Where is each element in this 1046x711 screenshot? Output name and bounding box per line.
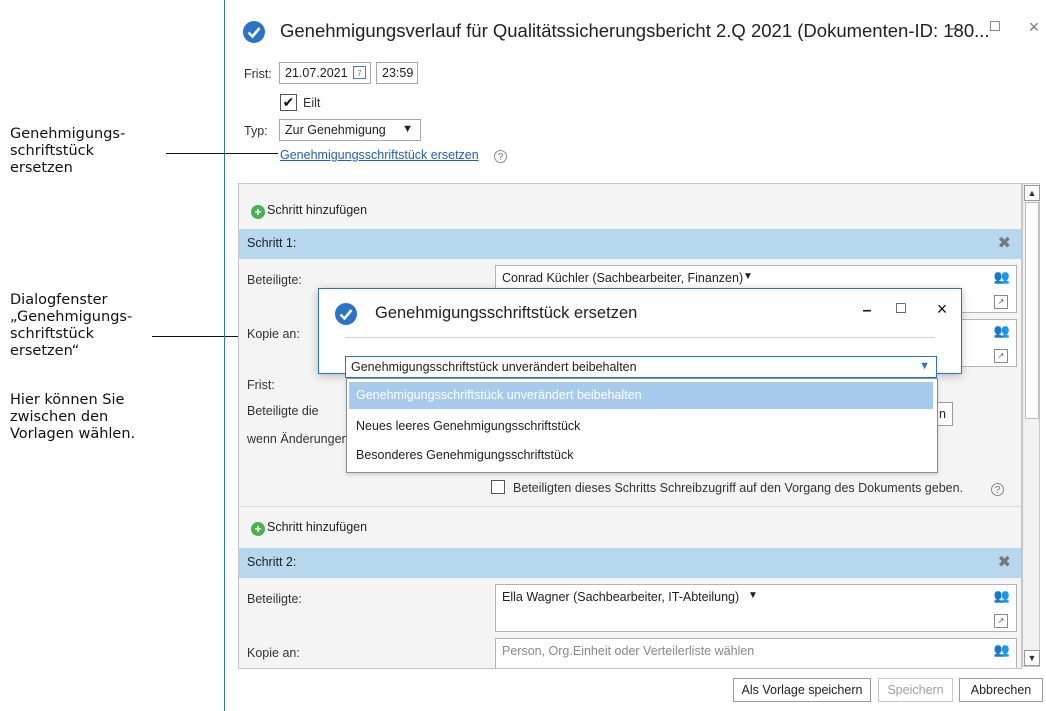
date-value: 21.07.2021	[285, 66, 348, 80]
replace-document-dialog: Genehmigungsschriftstück ersetzen – □ × …	[318, 288, 962, 378]
template-select-value: Genehmigungsschriftstück unverändert bei…	[351, 360, 637, 374]
add-step-button-1[interactable]: + Schritt hinzufügen	[251, 203, 367, 219]
step2-kopie-label: Kopie an:	[247, 646, 300, 660]
people-icon[interactable]: 👥	[994, 323, 1010, 339]
dropdown-option[interactable]: Genehmigungsschriftstück unverändert bei…	[349, 382, 933, 409]
step1-hidden-button-label: n	[939, 407, 946, 421]
step1-beteiligte-label: Beteiligte:	[247, 273, 302, 287]
step2-header: Schritt 2: ✖	[239, 548, 1021, 578]
step2-kopie-field[interactable]: Person, Org.Einheit oder Verteilerliste …	[495, 638, 1017, 668]
typ-select[interactable]: Zur Genehmigung ▼	[279, 119, 421, 141]
window-title: Genehmigungsverlauf für Qualitätssicheru…	[280, 20, 990, 41]
step2-kopie-placeholder: Person, Org.Einheit oder Verteilerliste …	[502, 644, 755, 658]
annotation-dialog: Dialogfenster „Genehmigungs- schriftstüc…	[10, 292, 133, 359]
window-minimize-button[interactable]: –	[944, 20, 964, 38]
caret-down-icon: ▼	[748, 590, 758, 601]
step2-beteiligte-field[interactable]: Ella Wagner (Sachbearbeiter, IT-Abteilun…	[495, 584, 1017, 632]
step1-beteiligte-die-text: Beteiligte die	[247, 404, 319, 418]
replace-document-link[interactable]: Genehmigungsschriftstück ersetzen	[280, 148, 479, 162]
step2-beteiligte-label: Beteiligte:	[247, 592, 302, 606]
step1-wenn-text: wenn Änderungen	[247, 432, 349, 446]
time-input[interactable]: 23:59	[376, 62, 418, 84]
step1-frist-label: Frist:	[247, 378, 275, 392]
save-button[interactable]: Speichern	[878, 678, 953, 702]
expand-icon[interactable]: ↗	[994, 614, 1008, 628]
dialog-maximize-button[interactable]: □	[891, 300, 911, 318]
annotation-templates: Hier können Sie zwischen den Vorlagen wä…	[10, 392, 136, 442]
step1-kopie-label: Kopie an:	[247, 327, 300, 341]
dropdown-option[interactable]: Neues leeres Genehmigungsschriftstück	[349, 413, 933, 440]
add-step-label-2: Schritt hinzufügen	[267, 520, 368, 534]
help-icon[interactable]: ?	[494, 150, 507, 163]
scroll-up-icon[interactable]: ▲	[1024, 185, 1040, 201]
annotation-leader-1	[166, 153, 278, 154]
expand-icon[interactable]: ↗	[994, 349, 1008, 363]
add-icon: +	[251, 522, 265, 536]
step1-beteiligte-value: Conrad Küchler (Sachbearbeiter, Finanzen…	[502, 271, 744, 285]
step2-beteiligte-value: Ella Wagner (Sachbearbeiter, IT-Abteilun…	[502, 590, 740, 604]
window-close-button[interactable]: ×	[1024, 17, 1044, 38]
frist-label: Frist:	[244, 67, 272, 81]
scroll-thumb[interactable]	[1025, 202, 1039, 419]
step1-header: Schritt 1: ✖	[239, 229, 1021, 259]
typ-value: Zur Genehmigung	[285, 123, 386, 137]
template-dropdown-list: Genehmigungsschriftstück unverändert bei…	[346, 378, 938, 473]
help-icon[interactable]: ?	[991, 483, 1004, 496]
eilt-checkbox[interactable]: ✔	[280, 94, 297, 111]
dropdown-option[interactable]: Besonderes Genehmigungsschriftstück	[349, 442, 933, 469]
chevron-down-icon: ▼	[919, 360, 930, 372]
eilt-label: Eilt	[303, 96, 321, 110]
vertical-scrollbar[interactable]: ▲ ▼	[1022, 183, 1040, 667]
step2-title: Schritt 2:	[247, 555, 297, 569]
remove-step1-icon[interactable]: ✖	[998, 233, 1011, 253]
people-icon[interactable]: 👥	[994, 642, 1010, 658]
write-access-label: Beteiligten dieses Schritts Schreibzugri…	[513, 481, 964, 495]
write-access-checkbox[interactable]	[491, 480, 505, 494]
chevron-down-icon: ▼	[402, 123, 413, 135]
dialog-minimize-button[interactable]: –	[857, 302, 877, 320]
template-select[interactable]: Genehmigungsschriftstück unverändert bei…	[345, 356, 937, 378]
date-input[interactable]: 21.07.2021 7	[279, 62, 371, 84]
caret-down-icon: ▼	[743, 271, 753, 282]
step1-title: Schritt 1:	[247, 236, 297, 250]
dialog-logo-icon	[334, 302, 358, 326]
cancel-button[interactable]: Abbrechen	[959, 678, 1043, 702]
scroll-down-icon[interactable]: ▼	[1024, 650, 1040, 666]
people-icon[interactable]: 👥	[994, 269, 1010, 285]
window-maximize-button[interactable]: □	[985, 18, 1005, 36]
annotation-replace-document: Genehmigungs- schriftstück ersetzen	[10, 126, 126, 176]
add-step-button-2[interactable]: + Schritt hinzufügen	[251, 520, 367, 536]
save-template-button[interactable]: Als Vorlage speichern	[733, 678, 871, 702]
dialog-divider	[345, 337, 935, 338]
typ-label: Typ:	[244, 124, 268, 138]
window-border	[224, 0, 225, 711]
people-icon[interactable]: 👥	[994, 588, 1010, 604]
dialog-close-button[interactable]: ×	[932, 299, 952, 320]
add-icon: +	[251, 205, 265, 219]
remove-step2-icon[interactable]: ✖	[998, 552, 1011, 572]
expand-icon[interactable]: ↗	[994, 295, 1008, 309]
calendar-icon[interactable]: 7	[353, 66, 366, 79]
app-logo-icon	[242, 20, 266, 44]
add-step-label-1: Schritt hinzufügen	[267, 203, 368, 217]
dialog-title: Genehmigungsschriftstück ersetzen	[375, 304, 638, 322]
separator	[239, 506, 1021, 507]
